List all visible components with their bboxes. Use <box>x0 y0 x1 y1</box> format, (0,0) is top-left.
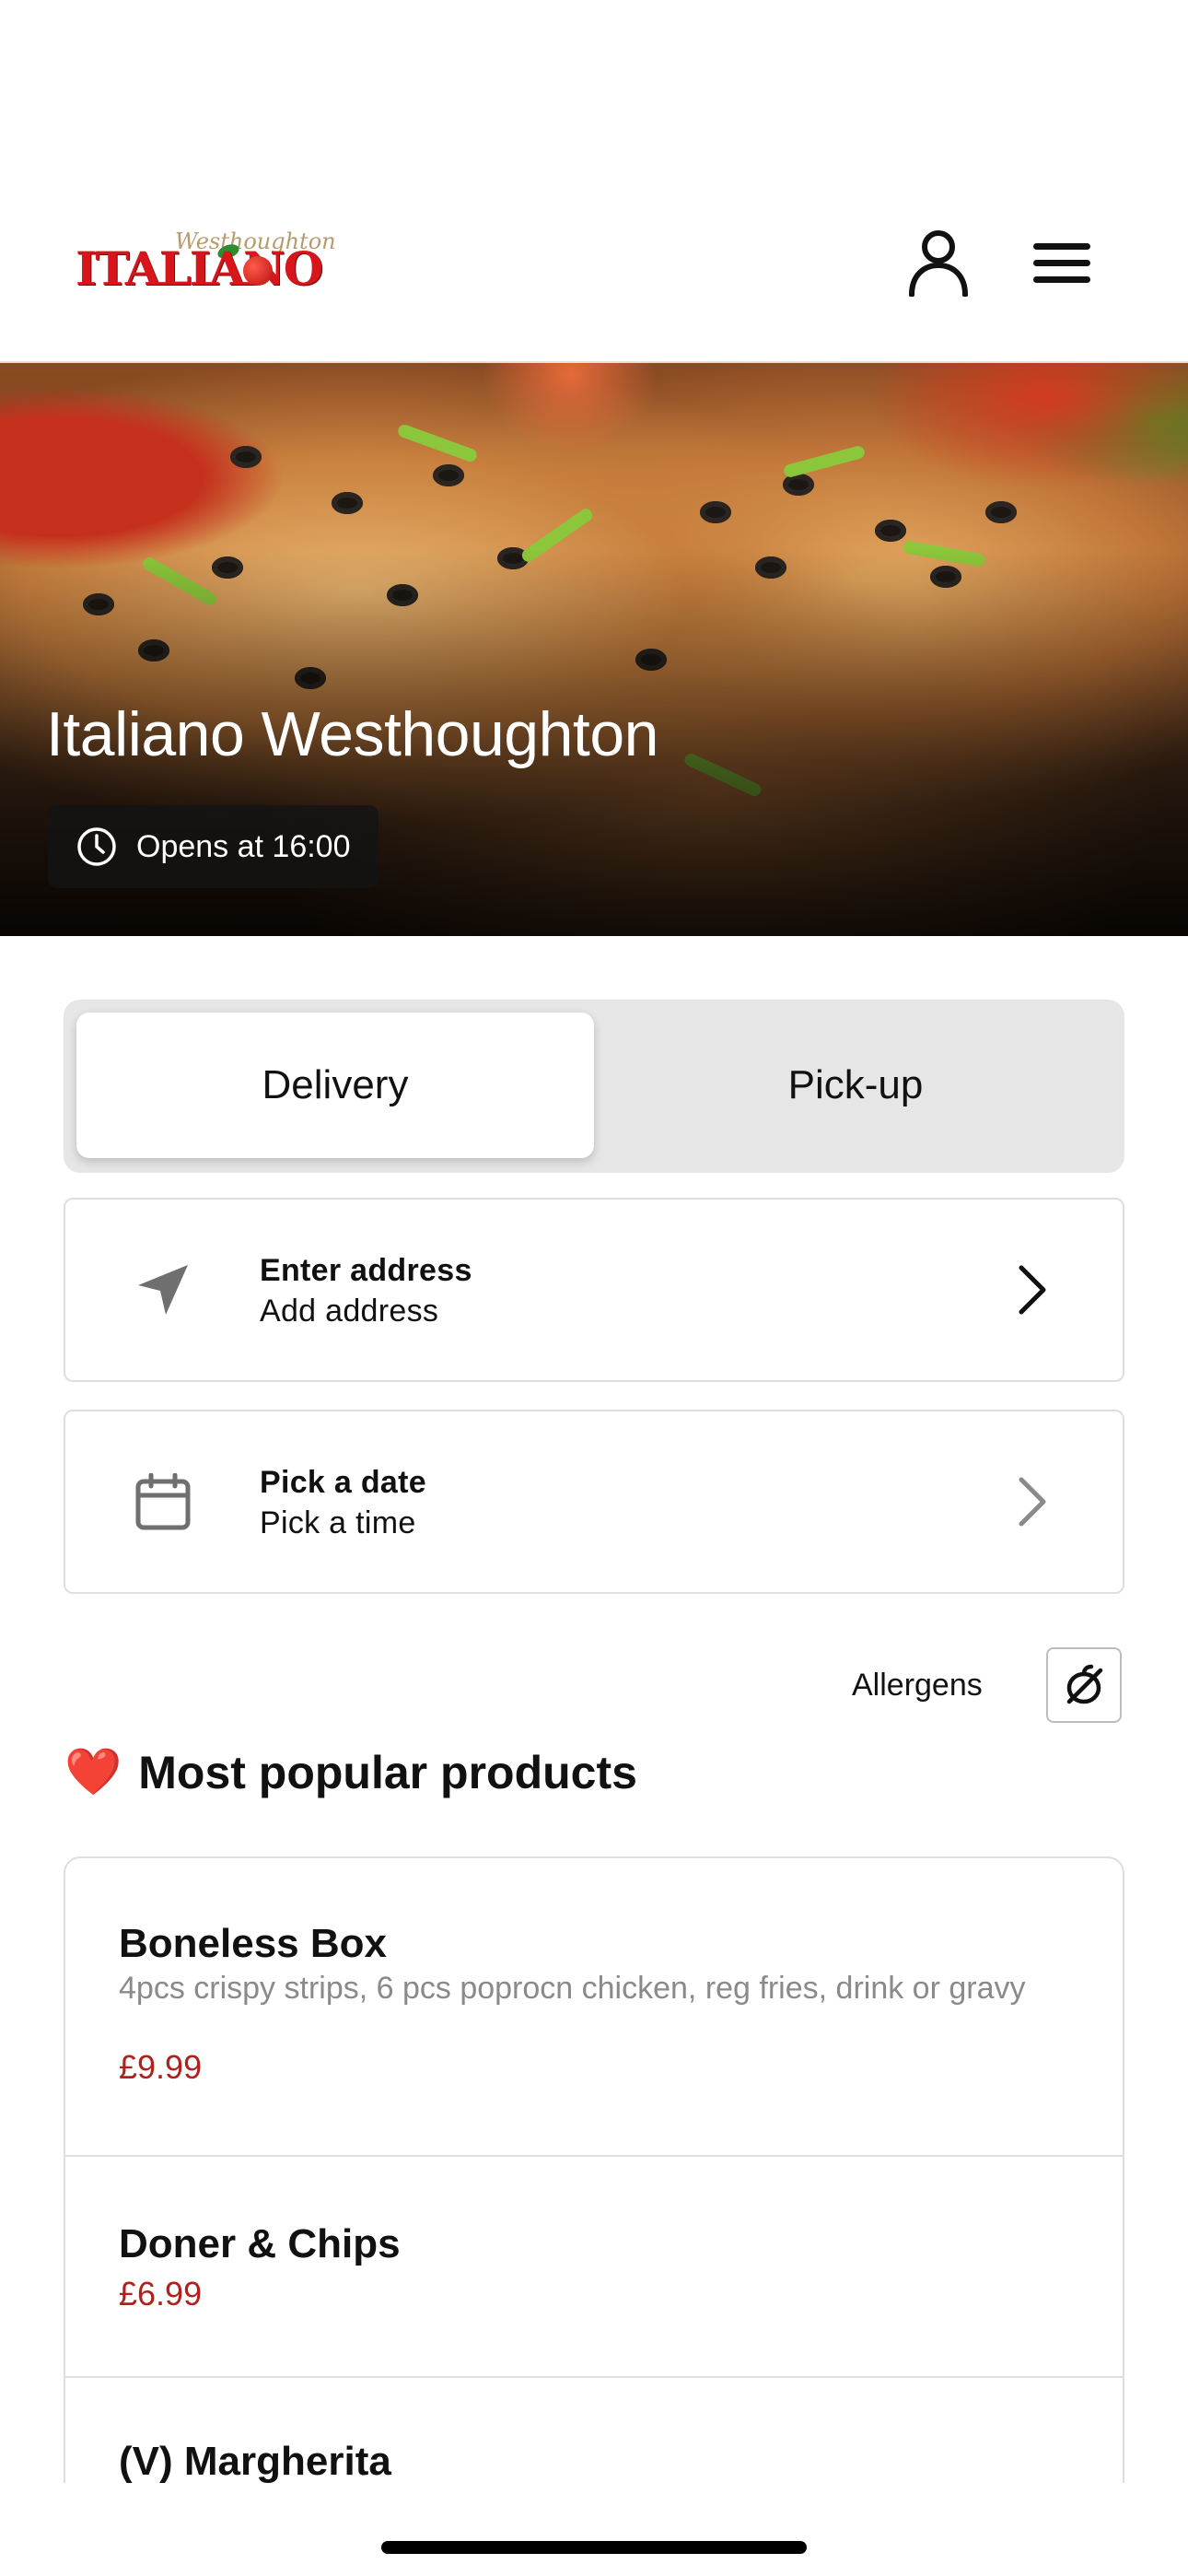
clock-icon <box>77 827 116 866</box>
address-title: Enter address <box>260 1253 472 1288</box>
home-indicator[interactable] <box>381 2541 807 2554</box>
time-subtitle: Pick a time <box>260 1505 416 1540</box>
product-item[interactable]: Doner & Chips £6.99 <box>65 2157 1123 2378</box>
menu-line-icon <box>1033 243 1090 250</box>
product-name: (V) Margherita <box>119 2439 391 2483</box>
allergens-filter-button[interactable] <box>1046 1647 1122 1723</box>
popular-title-text: Most popular products <box>138 1746 637 1798</box>
product-item[interactable]: (V) Margherita <box>65 2378 1123 2483</box>
product-item[interactable]: Boneless Box 4pcs crispy strips, 6 pcs p… <box>65 1858 1123 2157</box>
enter-address-row[interactable]: Enter address Add address <box>64 1198 1124 1382</box>
restaurant-name: Italiano Westhoughton <box>46 699 658 769</box>
product-name: Boneless Box <box>119 1921 387 1966</box>
calendar-icon <box>130 1469 196 1535</box>
menu-line-icon <box>1033 276 1090 283</box>
date-title: Pick a date <box>260 1465 426 1500</box>
product-description: 4pcs crispy strips, 6 pcs poprocn chicke… <box>119 1971 1026 2006</box>
opening-hours-badge: Opens at 16:00 <box>48 805 379 888</box>
location-arrow-icon <box>130 1257 196 1323</box>
menu-line-icon <box>1033 260 1090 266</box>
product-price: £6.99 <box>119 2275 203 2313</box>
user-icon <box>909 230 968 297</box>
allergen-icon <box>1066 1664 1103 1704</box>
hamburger-menu-button[interactable] <box>1030 238 1096 287</box>
popular-section-title: ❤️ Most popular products <box>64 1745 637 1799</box>
opening-hours-text: Opens at 16:00 <box>136 828 351 864</box>
heart-icon: ❤️ <box>64 1746 122 1797</box>
product-name: Doner & Chips <box>119 2221 401 2266</box>
popular-products-list: Boneless Box 4pcs crispy strips, 6 pcs p… <box>64 1856 1124 2483</box>
address-subtitle: Add address <box>260 1294 439 1329</box>
chevron-right-icon <box>1019 1265 1046 1315</box>
tab-delivery[interactable]: Delivery <box>76 1013 594 1158</box>
allergens-label: Allergens <box>852 1668 983 1703</box>
restaurant-logo[interactable]: Westhoughton ITALIANO <box>76 228 336 297</box>
pick-date-time-row[interactable]: Pick a date Pick a time <box>64 1410 1124 1594</box>
account-button[interactable] <box>904 227 973 299</box>
tomato-icon <box>243 256 273 286</box>
product-price: £9.99 <box>119 2048 203 2086</box>
tab-pickup[interactable]: Pick-up <box>600 1013 1112 1158</box>
logo-title: ITALIANO <box>76 241 323 296</box>
app-header <box>0 0 1188 363</box>
chevron-right-icon <box>1019 1477 1046 1527</box>
order-type-toggle: Delivery Pick-up <box>64 1000 1124 1173</box>
